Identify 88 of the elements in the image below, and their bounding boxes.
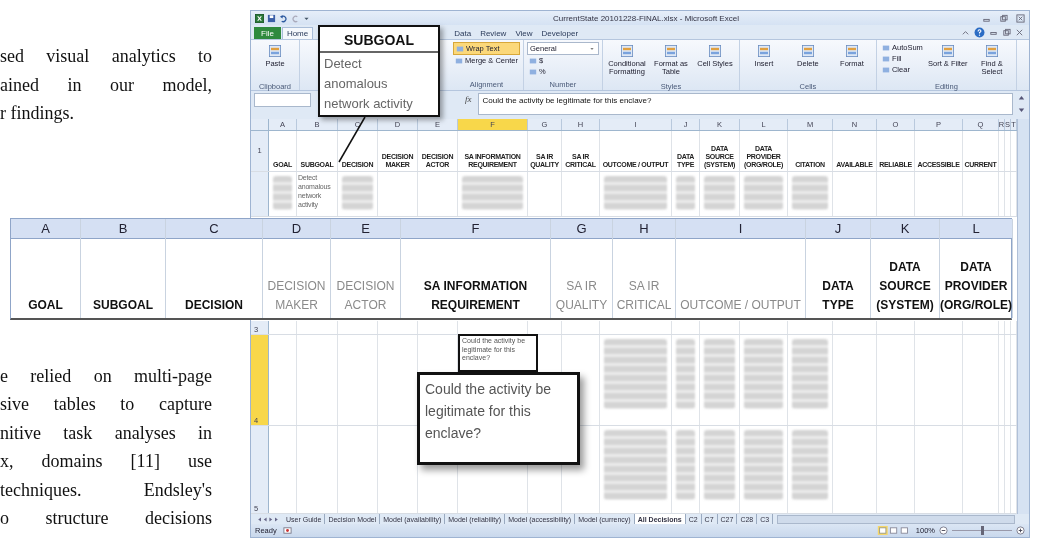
column-header: C <box>166 219 262 239</box>
blurred-text-placeholder <box>704 338 735 409</box>
column-header: K <box>871 219 939 239</box>
horizontal-scrollbar[interactable] <box>777 514 1015 524</box>
zoom-in-icon[interactable] <box>1016 526 1025 535</box>
table-header-cell-text: DATA TYPE <box>822 278 854 314</box>
function-button[interactable]: fx <box>463 93 474 105</box>
blurred-text-placeholder <box>792 175 828 210</box>
blurred-text-placeholder <box>676 429 695 500</box>
table-header-cell-text: SA IR QUALITY <box>555 278 608 314</box>
window-title: CurrentState 20101228-FINAL.xlsx - Microsoft Excel <box>552 13 740 23</box>
paragraph-line: o structure decisions <box>0 507 212 530</box>
paragraph-line: e relied on multi-page <box>0 364 212 388</box>
command-icon <box>618 43 635 59</box>
scroll-arrows-icon[interactable] <box>1017 93 1026 115</box>
column-header: F <box>401 219 550 239</box>
table-header-cell-text: SA IR CRITICAL <box>616 278 672 314</box>
table-header-cell-text: SUBGOAL <box>93 297 153 314</box>
close-icon[interactable] <box>1016 13 1025 23</box>
help-icon[interactable] <box>974 26 985 38</box>
ribbon-tab[interactable]: File <box>254 27 281 39</box>
table-header-cell-text: DECISION MAKER <box>267 278 326 314</box>
paragraph-line: x, domains [11] use <box>0 450 212 473</box>
blurred-text-placeholder <box>342 175 373 210</box>
table-header-cell-text: DECISION <box>185 297 243 314</box>
blurred-text-placeholder <box>273 175 292 210</box>
table-header-cell-text: OUTCOME / OUTPUT <box>680 297 801 314</box>
table-header-cell-text: SA INFORMATION REQUIREMENT <box>423 278 528 314</box>
ribbon-tab[interactable]: Data <box>450 27 476 39</box>
zoom-out-icon[interactable] <box>939 526 948 535</box>
zoom-slider-thumb[interactable] <box>981 526 984 535</box>
command-icon <box>706 43 723 59</box>
blurred-text-placeholder <box>462 175 523 210</box>
blurred-text-placeholder <box>704 429 735 500</box>
command-icon <box>843 43 860 59</box>
restore-icon[interactable] <box>999 13 1008 23</box>
column-header: J <box>806 219 870 239</box>
blurred-text-placeholder <box>604 338 667 409</box>
excel-logo-icon <box>255 13 264 23</box>
table-header-cell-text: GOAL <box>28 297 63 314</box>
formula-field[interactable]: Could the activity be legitimate for this enclave? <box>477 93 1013 115</box>
ribbon-tab[interactable]: Developer <box>537 27 583 39</box>
ribbon-tab[interactable]: Home <box>281 27 314 39</box>
paragraph-line: ained in our model, <box>0 73 212 97</box>
callout-text: Could the activity be legitimate for this enclave? <box>417 372 580 465</box>
paragraph-line: r findings. <box>0 102 75 125</box>
macro-record-icon[interactable] <box>282 526 292 535</box>
blurred-text-placeholder <box>604 175 667 210</box>
column-header: L <box>940 219 1012 239</box>
ribbon-tab[interactable]: Review <box>476 27 511 39</box>
paragraph-line: techniques. Endsley's <box>0 478 212 502</box>
command-icon <box>755 43 772 59</box>
blurred-text-placeholder <box>744 429 783 500</box>
close-icon[interactable] <box>1015 27 1024 37</box>
column-header: A <box>11 219 80 239</box>
ribbon-tab[interactable]: View <box>511 27 537 39</box>
paragraph-line: nitive task analyses in <box>0 421 212 445</box>
command-icon <box>662 43 679 59</box>
command-icon <box>983 43 1000 59</box>
table-header-cell-text: DATA PROVIDER (ORG/ROLE) <box>940 259 1012 314</box>
column-header: G <box>551 219 612 239</box>
command-icon <box>267 43 283 59</box>
column-header: D <box>263 219 330 239</box>
blurred-text-placeholder <box>792 338 828 409</box>
blurred-text-placeholder <box>792 429 828 500</box>
column-header: B <box>81 219 165 239</box>
column-header: H <box>613 219 675 239</box>
undo-icon[interactable] <box>279 13 288 23</box>
name-box[interactable] <box>254 93 311 107</box>
table-header-cell-text: DATA SOURCE (SYSTEM) <box>876 259 934 314</box>
blurred-text-placeholder <box>604 429 667 500</box>
vertical-scrollbar[interactable] <box>1017 119 1029 514</box>
callout-text: Detect anomalous network activity <box>323 55 414 113</box>
blurred-text-placeholder <box>744 338 783 409</box>
command-icon <box>939 43 956 59</box>
restore-icon[interactable] <box>1002 27 1011 37</box>
column-header: I <box>676 219 805 239</box>
table-header-cell-text: DECISION ACTOR <box>336 278 395 314</box>
callout-title: SUBGOAL <box>320 27 438 53</box>
blurred-text-placeholder <box>676 175 695 210</box>
command-icon <box>799 43 816 59</box>
blurred-text-placeholder <box>744 175 783 210</box>
blurred-text-placeholder <box>704 175 735 210</box>
paragraph-line: sed visual analytics to <box>0 45 212 68</box>
paragraph-line: sive tables to capture <box>0 393 212 416</box>
save-icon[interactable] <box>267 13 276 23</box>
column-header: E <box>331 219 400 239</box>
blurred-text-placeholder <box>676 338 695 409</box>
